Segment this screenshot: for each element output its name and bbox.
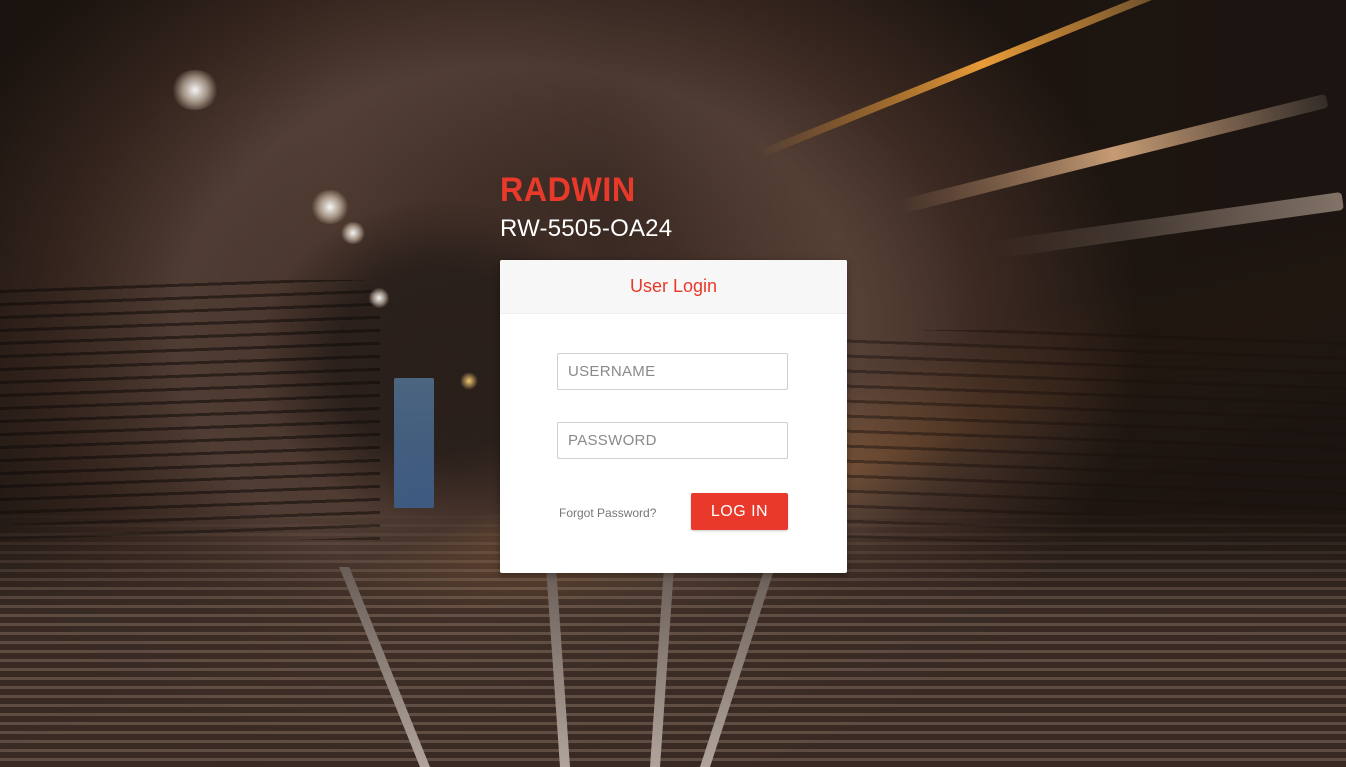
background-lamp [368, 288, 390, 308]
login-card-header: User Login [500, 260, 847, 314]
background-cables-left [0, 280, 380, 540]
background-lamp [310, 190, 350, 224]
background-lamp [170, 70, 220, 110]
radwin-logo: RADWIN [500, 171, 636, 209]
login-card: User Login Forgot Password? LOG IN [500, 260, 847, 573]
login-page: RADWIN RW-5505-OA24 User Login Forgot Pa… [0, 0, 1346, 767]
background-sign [394, 378, 434, 508]
device-model-title: RW-5505-OA24 [500, 215, 673, 242]
background-lamp [460, 372, 478, 390]
login-title: User Login [629, 276, 718, 296]
login-button[interactable]: LOG IN [691, 493, 788, 530]
password-input[interactable] [557, 422, 788, 459]
forgot-password-link[interactable]: Forgot Password? [559, 506, 656, 520]
username-input[interactable] [557, 353, 788, 390]
login-container: RADWIN RW-5505-OA24 User Login Forgot Pa… [500, 170, 847, 573]
background-lamp [340, 222, 366, 244]
